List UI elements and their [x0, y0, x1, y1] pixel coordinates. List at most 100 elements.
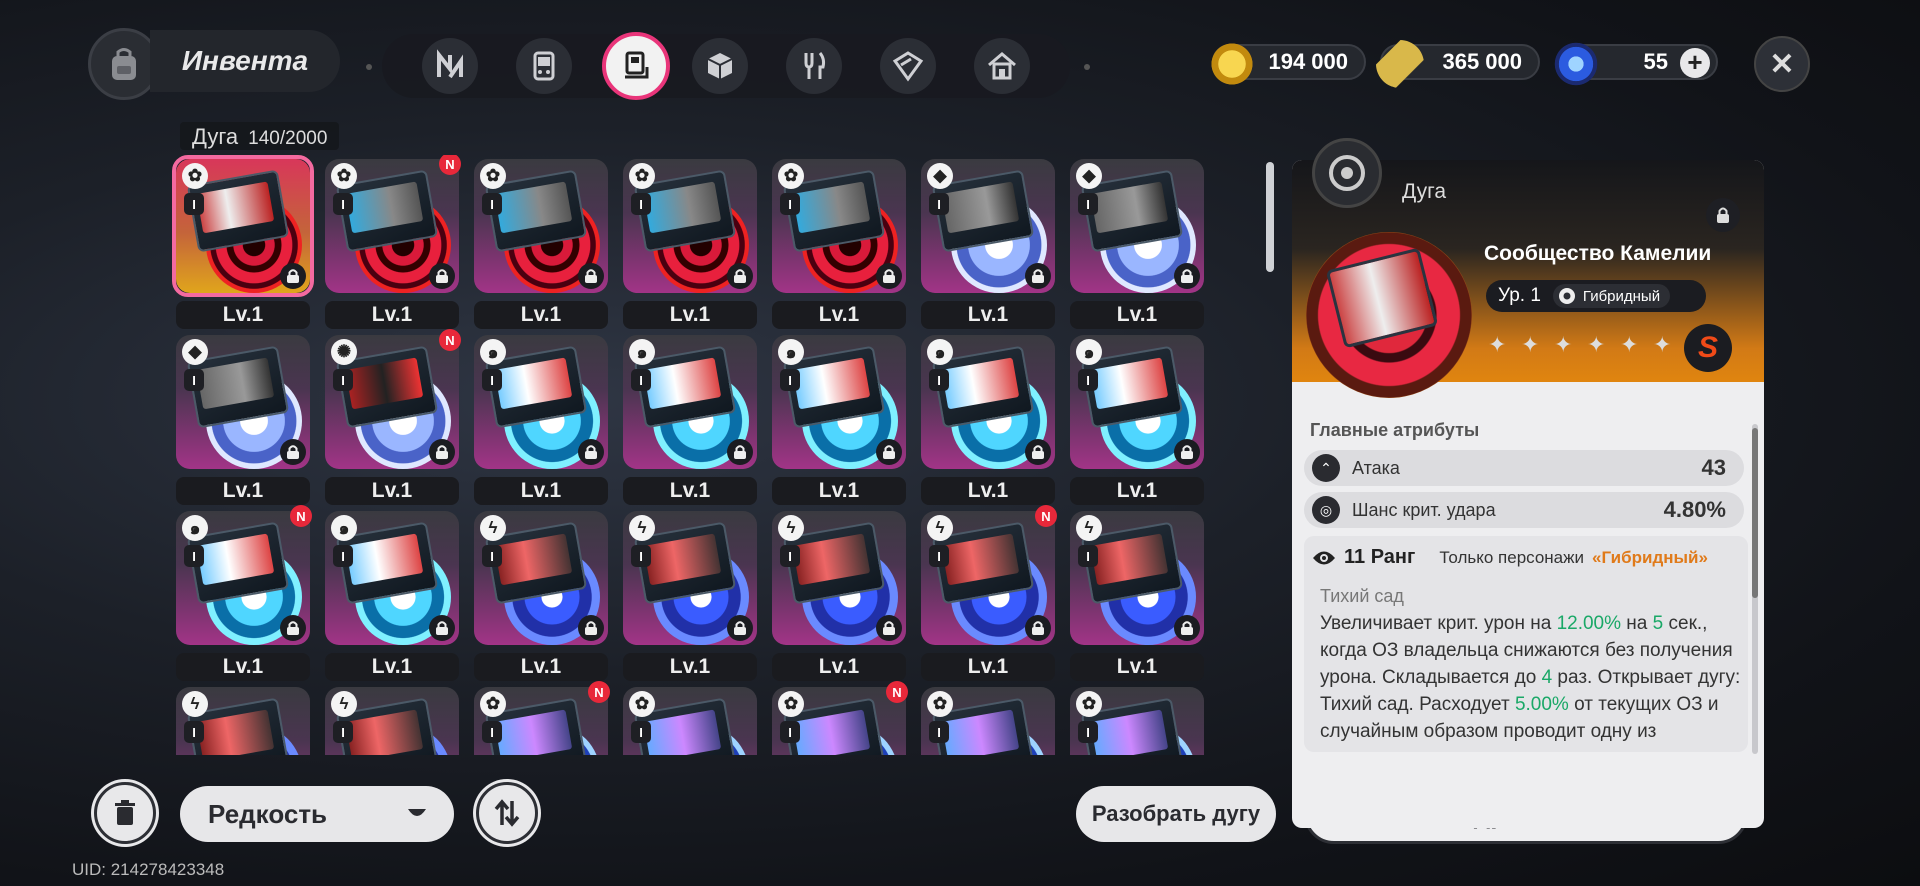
arc-type-swirl-icon: ๑ [331, 515, 357, 541]
lock-icon[interactable] [1025, 263, 1051, 289]
arc-type-bolt-icon: ϟ [182, 691, 208, 717]
grid-scrollbar[interactable] [1266, 152, 1274, 752]
tab-cube-icon[interactable] [692, 38, 748, 94]
main-attributes-title: Главные атрибуты [1310, 420, 1480, 440]
arc-type-bolt-icon: ϟ [778, 515, 804, 541]
lock-icon[interactable] [727, 615, 753, 641]
add-crystals-button[interactable]: + [1680, 48, 1710, 78]
lock-icon[interactable] [1174, 439, 1200, 465]
lock-icon[interactable] [578, 615, 604, 641]
arc-item-card[interactable]: ϟI [321, 683, 463, 755]
lock-icon[interactable] [280, 439, 306, 465]
arc-item-card[interactable]: ϟ I Lv.1 [470, 507, 612, 685]
arc-item-card[interactable]: ✿ I [619, 683, 761, 755]
dismantle-arc-button[interactable]: Разобрать дугу [1076, 786, 1276, 842]
lock-icon[interactable] [1174, 615, 1200, 641]
skill-description-box[interactable]: 11 Ранг Только персонажи «Гибридный» Тих… [1304, 536, 1748, 752]
arc-item-art: ✿ I [1070, 687, 1204, 755]
arc-level-label: Lv.1 [772, 653, 906, 681]
arc-item-card[interactable]: ๑ I Lv.1 [470, 331, 612, 509]
tab-box-icon[interactable] [880, 38, 936, 94]
arc-item-card[interactable]: ✿ I N Lv.1 [321, 155, 463, 333]
new-badge: N [588, 681, 610, 703]
arc-item-card[interactable]: ◆ I Lv.1 [172, 331, 314, 509]
tab-device-icon[interactable] [516, 38, 572, 94]
arc-rank-badge: I [333, 193, 353, 215]
arc-rank-badge: I [1078, 545, 1098, 567]
arc-item-art: ๑I [772, 335, 906, 469]
arc-item-card[interactable]: ✺ I N Lv.1 [321, 329, 463, 509]
arc-item-art: ✺ I [325, 335, 459, 469]
close-button[interactable]: ✕ [1754, 36, 1810, 92]
arc-rank-badge: I [333, 721, 353, 743]
lock-icon[interactable] [727, 263, 753, 289]
arc-rank-badge: I [780, 193, 800, 215]
arc-item-card[interactable]: ϟI [172, 683, 314, 755]
lock-icon[interactable] [876, 439, 902, 465]
arc-item-art: ✿ I [474, 159, 608, 293]
lock-icon[interactable] [429, 615, 455, 641]
lock-icon[interactable] [727, 439, 753, 465]
arc-item-card[interactable]: ๑ I Lv.1 [768, 331, 910, 509]
detail-lock-icon[interactable] [1706, 198, 1740, 232]
arc-item-card[interactable]: ✿ I [1066, 683, 1208, 755]
detail-header: Дуга [1402, 180, 1447, 203]
arc-item-card[interactable]: ✿ I Lv.1 [768, 155, 910, 333]
arc-rank-badge: I [1078, 721, 1098, 743]
arc-item-card[interactable]: ✿ I N [768, 681, 910, 755]
lock-icon[interactable] [1025, 615, 1051, 641]
arc-level-label: Lv.1 [1070, 477, 1204, 505]
grid-scrollbar-thumb[interactable] [1266, 162, 1274, 272]
arc-item-card[interactable]: ✿ I Lv.1 [619, 155, 761, 333]
arc-level: Ур. 1 [1498, 285, 1541, 306]
arc-type-gear-icon: ✿ [1076, 691, 1102, 717]
arc-item-card[interactable]: ๑ I Lv.1 [619, 331, 761, 509]
arc-item-card[interactable]: ϟ I Lv.1 [768, 507, 910, 685]
lock-icon[interactable] [578, 263, 604, 289]
arc-item-card[interactable]: ๑ I N Lv.1 [172, 505, 314, 685]
sort-label: Редкость [208, 798, 328, 829]
detail-scrollbar-thumb[interactable] [1752, 428, 1758, 598]
arc-item-card[interactable]: ✿ I [917, 683, 1059, 755]
arc-item-card[interactable]: ◆ I Lv.1 [917, 155, 1059, 333]
star-icon: ✦ [1587, 332, 1606, 357]
arc-item-card[interactable]: ✿ I Lv.1 [470, 155, 612, 333]
rarity-badge: S [1684, 324, 1732, 372]
sort-order-button[interactable] [476, 782, 538, 844]
tab-fork-knife-icon[interactable] [786, 38, 842, 94]
detail-scrollbar[interactable] [1752, 424, 1758, 754]
delete-button[interactable] [94, 782, 156, 844]
lock-icon[interactable] [280, 615, 306, 641]
lock-icon[interactable] [429, 439, 455, 465]
tab-n-logo-icon[interactable] [422, 38, 478, 94]
arc-item-card[interactable]: ๑ I Lv.1 [321, 507, 463, 685]
arc-item-card[interactable]: ϟ I N Lv.1 [917, 505, 1059, 685]
lock-icon[interactable] [1174, 263, 1200, 289]
sort-rarity-dropdown[interactable]: Редкость [180, 786, 454, 842]
arc-item-card[interactable]: ๑ I Lv.1 [917, 331, 1059, 509]
arc-item-card[interactable]: ϟ I Lv.1 [1066, 507, 1208, 685]
arc-item-art: ✿ I [325, 159, 459, 293]
arc-level-label: Lv.1 [325, 301, 459, 329]
arc-item-art: ๑I [325, 511, 459, 645]
lock-icon[interactable] [1025, 439, 1051, 465]
restriction-type: «Гибридный» [1592, 547, 1708, 567]
arc-level-label: Lv.1 [176, 301, 310, 329]
lock-icon[interactable] [429, 263, 455, 289]
arc-item-card[interactable]: ✿ I N [470, 681, 612, 755]
arc-item-card[interactable]: ๑ I Lv.1 [1066, 331, 1208, 509]
arc-item-card[interactable]: ✿ I Lv.1 [172, 155, 314, 333]
lock-icon[interactable] [578, 439, 604, 465]
arc-item-card[interactable]: ◆ I Lv.1 [1066, 155, 1208, 333]
arc-item-card[interactable]: ϟ I Lv.1 [619, 507, 761, 685]
arc-item-art: ✿ I [474, 687, 608, 755]
arc-rank-badge: I [780, 721, 800, 743]
lock-icon[interactable] [876, 615, 902, 641]
tab-house-icon[interactable] [974, 38, 1030, 94]
arc-rank-badge: I [482, 545, 502, 567]
lock-icon[interactable] [876, 263, 902, 289]
arc-count-label: Дуга 140/2000 [180, 122, 340, 150]
arc-type-bolt-icon: ϟ [629, 515, 655, 541]
arc-type-gear-icon: ✿ [629, 691, 655, 717]
tab-disc-drive-icon[interactable] [602, 32, 670, 100]
